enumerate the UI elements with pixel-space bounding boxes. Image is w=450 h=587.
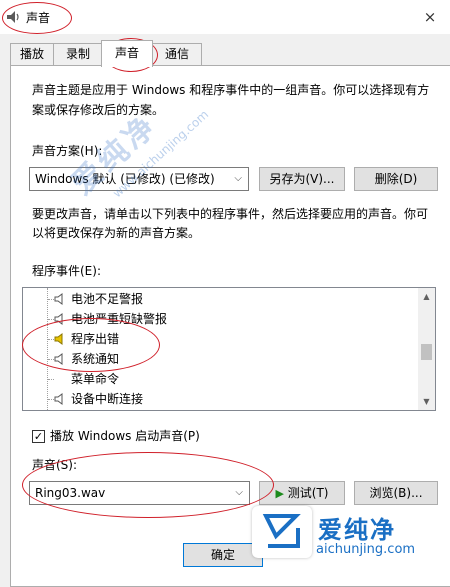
test-button[interactable]: ▶ 测试(T) [259,481,345,505]
browse-button[interactable]: 浏览(B)... [354,481,438,505]
brand-logo [252,506,312,558]
speaker-icon [54,293,63,305]
description-line-1: 声音主题是应用于 Windows 和程序事件中的一组声音。你可以选择现有方 [32,83,430,97]
sound-label: 声音(S): [32,458,78,472]
list-item[interactable]: 菜单命令 [23,369,419,389]
list-item[interactable]: 设备中断连接 [23,389,419,409]
list-item[interactable]: 电池不足警报 [23,289,419,309]
chevron-down-icon: ⌵ [235,487,243,498]
scroll-down-icon[interactable]: ▼ [418,393,435,410]
logo-icon [262,514,301,548]
event-label: 电池严重短缺警报 [71,312,168,326]
event-label: 设备中断连接 [71,392,144,406]
tab-sounds[interactable]: 声音 [101,40,153,67]
play-icon: ▶ [275,487,284,500]
sound-value: Ring03.wav [35,486,106,500]
events-label: 程序事件(E): [32,264,101,278]
speaker-icon [54,393,63,405]
scroll-up-icon[interactable]: ▲ [418,288,435,305]
close-button[interactable]: × [410,2,450,32]
ok-button[interactable]: 确定 [183,543,263,567]
event-label: 程序出错 [71,332,120,346]
brand-url: aichunjing.com [316,542,416,557]
chevron-down-icon: ⌵ [234,173,242,184]
event-label: 系统通知 [71,352,120,366]
list-item-selected[interactable]: 程序出错 [23,329,419,349]
program-events-list[interactable]: 电池不足警报 电池严重短缺警报 程序出错 系统通知 菜单命令 设备中断连接 ▲ [22,287,436,411]
speaker-icon [7,11,19,23]
instructions-line-2: 以将更改保存为新的声音方案。 [32,226,201,240]
sound-select[interactable]: Ring03.wav ⌵ [29,481,250,505]
window-title: 声音 [26,11,51,25]
brand-name: 爱纯净 [318,516,396,544]
list-item[interactable]: 电池严重短缺警报 [23,309,419,329]
events-scrollbar[interactable]: ▲ ▼ [418,288,435,410]
tab-playback[interactable]: 播放 [10,43,54,65]
tab-recording[interactable]: 录制 [53,43,103,65]
brand-watermark: 爱纯净 aichunjing.com [252,506,450,562]
delete-button[interactable]: 删除(D) [354,167,438,191]
speaker-active-icon [54,333,63,345]
tab-strip: 播放 录制 声音 通信 [0,40,450,67]
speaker-icon [54,313,63,325]
startup-sound-checkbox[interactable]: ✓ [32,430,45,443]
speaker-icon [54,353,63,365]
test-label: 测试(T) [287,486,329,500]
instructions-line-1: 要更改声音，请单击以下列表中的程序事件，然后选择要应用的声音。你可 [32,207,429,221]
event-label: 菜单命令 [71,372,120,386]
startup-sound-label: 播放 Windows 启动声音(P) [50,429,200,443]
tab-communications[interactable]: 通信 [152,43,202,65]
scroll-thumb[interactable] [421,344,432,360]
save-as-button[interactable]: 另存为(V)... [259,167,345,191]
title-bar: 声音 × [0,0,450,34]
list-item[interactable]: 系统通知 [23,349,419,369]
event-label: 电池不足警报 [71,292,144,306]
